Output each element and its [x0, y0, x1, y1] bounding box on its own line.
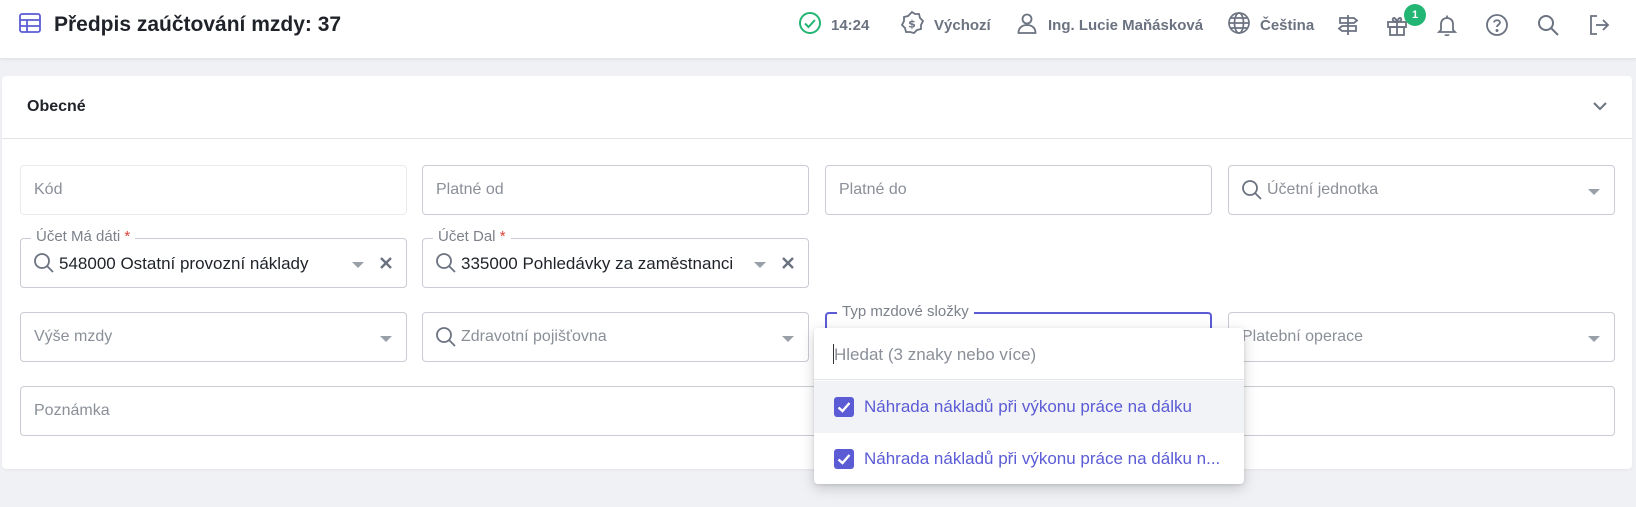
user-menu[interactable]: Ing. Lucie Maňásková — [1015, 0, 1203, 50]
zdravotni-pojistovna-placeholder: Zdravotní pojišťovna — [461, 328, 607, 345]
svg-text:$: $ — [908, 18, 916, 31]
dropdown-option[interactable]: Náhrada nákladů při výkonu práce na dálk… — [814, 433, 1244, 485]
sync-status: 14:24 — [798, 0, 869, 50]
language-selector[interactable]: Čeština — [1227, 0, 1314, 50]
dropdown-caret-icon[interactable] — [782, 336, 794, 342]
clear-icon[interactable] — [778, 253, 798, 273]
required-mark: * — [499, 228, 506, 245]
vyse-mzdy-select[interactable]: Výše mzdy — [20, 312, 407, 362]
chevron-down-icon[interactable] — [1590, 96, 1610, 116]
platne-do-placeholder: Platné do — [839, 181, 907, 198]
dropdown-search-placeholder: Hledat (3 znaky nebo více) — [834, 345, 1037, 364]
typ-mzdove-slozky-label: Typ mzdové složky — [837, 303, 974, 320]
kod-placeholder: Kód — [34, 181, 63, 198]
ucet-ma-dati-value: 548000 Ostatní provozní náklady — [59, 254, 309, 273]
vyse-mzdy-placeholder: Výše mzdy — [34, 328, 113, 345]
kod-field[interactable]: Kód — [20, 165, 407, 215]
search-icon — [435, 326, 457, 348]
platne-do-field[interactable]: Platné do — [825, 165, 1212, 215]
ucet-dal-select[interactable]: Účet Dal * 335000 Pohledávky za zaměstna… — [422, 228, 809, 288]
required-mark: * — [124, 228, 131, 245]
dropdown-caret-icon[interactable] — [352, 262, 364, 268]
section-header[interactable]: Obecné — [2, 76, 1632, 139]
ucet-dal-value: 335000 Pohledávky za zaměstnanci — [461, 254, 734, 273]
check-circle-icon — [798, 11, 822, 39]
bell-icon[interactable] — [1434, 12, 1460, 38]
checkbox-checked-icon[interactable] — [834, 397, 854, 417]
ucet-dal-label: Účet Dal * — [433, 228, 511, 245]
time-label: 14:24 — [831, 16, 870, 34]
dropdown-search-input[interactable]: Hledat (3 znaky nebo více) — [814, 328, 1244, 380]
search-icon — [435, 252, 457, 274]
platebni-operace-select[interactable]: Platební operace — [1228, 312, 1615, 362]
signpost-icon[interactable] — [1335, 12, 1361, 38]
page-title-bar: Předpis zaúčtování mzdy: 37 — [18, 0, 341, 50]
currency-selector[interactable]: $ Výchozí — [899, 0, 991, 50]
language-label: Čeština — [1260, 16, 1315, 34]
platne-od-field[interactable]: Platné od — [422, 165, 809, 215]
dropdown-option[interactable]: Náhrada nákladů při výkonu práce na dálk… — [814, 381, 1244, 433]
dropdown-caret-icon[interactable] — [1588, 336, 1600, 342]
currency-label: Výchozí — [934, 16, 991, 34]
typ-mzdove-slozky-dropdown: Hledat (3 znaky nebo více) Náhrada nákla… — [814, 328, 1244, 484]
currency-icon: $ — [899, 10, 925, 40]
platne-od-placeholder: Platné od — [436, 181, 504, 198]
user-icon — [1015, 11, 1039, 39]
zdravotni-pojistovna-select[interactable]: Zdravotní pojišťovna — [422, 312, 809, 362]
globe-icon — [1227, 11, 1251, 39]
ucetni-jednotka-placeholder: Účetní jednotka — [1267, 181, 1379, 198]
dropdown-caret-icon[interactable] — [380, 336, 392, 342]
table-icon — [18, 11, 42, 40]
ucetni-jednotka-select[interactable]: Účetní jednotka — [1228, 165, 1615, 215]
user-name: Ing. Lucie Maňásková — [1048, 16, 1204, 34]
help-icon[interactable] — [1484, 12, 1510, 38]
dropdown-option-label: Náhrada nákladů při výkonu práce na dálk… — [864, 449, 1221, 468]
dropdown-caret-icon[interactable] — [1588, 189, 1600, 195]
app-header: Předpis zaúčtování mzdy: 37 14:24 $ Vých… — [0, 0, 1636, 59]
notification-count-badge: 1 — [1404, 4, 1426, 26]
poznamka-placeholder: Poznámka — [34, 402, 110, 419]
search-icon — [1241, 179, 1263, 201]
ucet-ma-dati-label: Účet Má dáti * — [31, 228, 136, 245]
section-title: Obecné — [27, 98, 86, 115]
search-icon — [33, 252, 55, 274]
dropdown-caret-icon[interactable] — [754, 262, 766, 268]
checkbox-checked-icon[interactable] — [834, 449, 854, 469]
dropdown-option-label: Náhrada nákladů při výkonu práce na dálk… — [864, 397, 1192, 416]
platebni-operace-placeholder: Platební operace — [1242, 328, 1363, 345]
logout-icon[interactable] — [1586, 12, 1612, 38]
ucet-ma-dati-select[interactable]: Účet Má dáti * 548000 Ostatní provozní n… — [20, 228, 407, 288]
clear-icon[interactable] — [376, 253, 396, 273]
search-icon[interactable] — [1535, 12, 1561, 38]
page-title: Předpis zaúčtování mzdy: 37 — [54, 13, 342, 36]
